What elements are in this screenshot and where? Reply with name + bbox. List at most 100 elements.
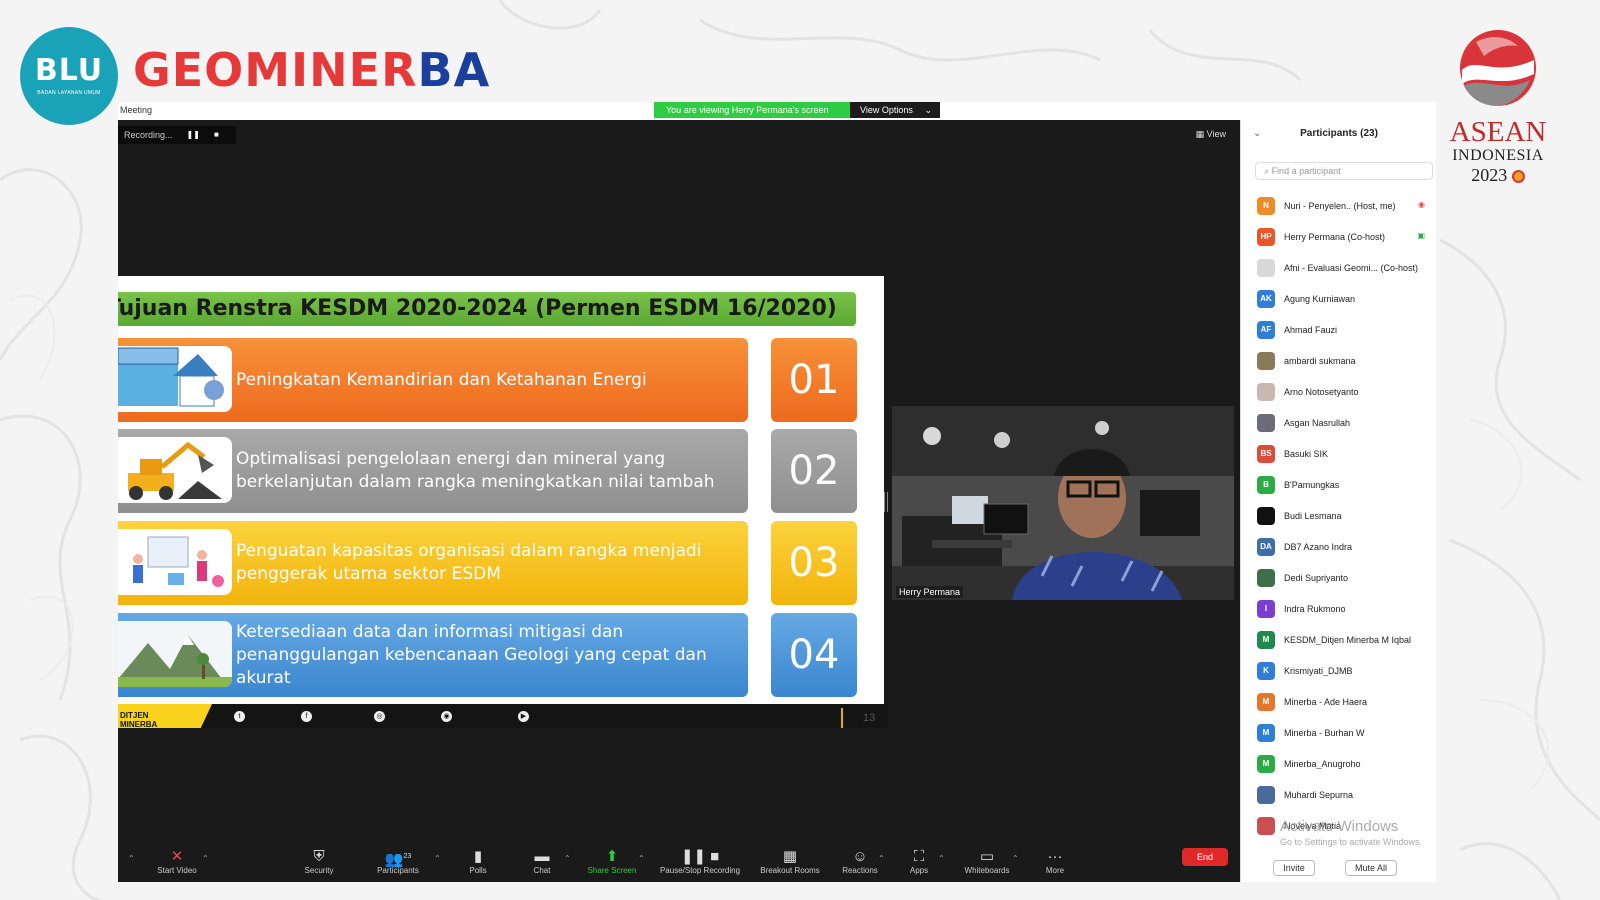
share-screen-button[interactable]: ⬆ Share Screen xyxy=(584,842,640,882)
objective-row-04: Ketersediaan data dan informasi mitigasi… xyxy=(118,613,748,697)
participant-row[interactable]: M KESDM_Ditjen Minerba M Iqbal xyxy=(1241,624,1436,655)
objective-number: 02 xyxy=(771,429,857,513)
participant-avatar: AK xyxy=(1257,289,1275,308)
toolbar-label: Share Screen xyxy=(587,866,637,875)
participant-name: Herry Permana (Co-host) xyxy=(1284,231,1386,242)
participant-row[interactable]: ambardi sukmana xyxy=(1241,345,1436,376)
asean-year: 2023 xyxy=(1448,165,1548,185)
start-video-button[interactable]: ✕ Start Video xyxy=(152,842,202,882)
participants-title: Participants (23) xyxy=(1300,128,1378,139)
recording-indicator: Recording... ❚❚ ■ xyxy=(118,126,236,144)
view-options-label: View Options xyxy=(860,105,913,115)
participant-row[interactable]: M Minerba - Burhan W xyxy=(1241,717,1436,748)
toolbar-label: Whiteboards xyxy=(964,866,1010,875)
view-button[interactable]: ▦ View xyxy=(1196,129,1226,140)
toolbar-label: Start Video xyxy=(157,866,197,875)
split-view-handle[interactable] xyxy=(884,492,888,512)
reactions-button[interactable]: ☺ Reactions xyxy=(836,842,884,882)
participant-avatar xyxy=(1257,506,1275,525)
participants-panel: ⌄ Participants (23) ⌕ Find a participant… xyxy=(1240,120,1436,882)
invite-button[interactable]: Invite xyxy=(1273,860,1315,876)
participant-row[interactable]: AF Ahmad Fauzi xyxy=(1241,314,1436,345)
view-options-button[interactable]: View Options ⌄ xyxy=(850,102,940,118)
participant-name: Arno Notosetyanto xyxy=(1284,386,1359,397)
whiteboards-button[interactable]: ▭ Whiteboards xyxy=(958,842,1016,882)
whiteboard-icon: ▭ xyxy=(979,848,995,865)
brand-title-part2: BA xyxy=(417,43,491,97)
toolbar-label: Pause/Stop Recording xyxy=(659,866,741,875)
participant-avatar xyxy=(1257,568,1275,587)
window-title: Meeting xyxy=(120,105,153,115)
participants-button[interactable]: 👥23 Participants xyxy=(370,842,426,882)
participant-row[interactable]: Muhardi Sepurna xyxy=(1241,779,1436,810)
speaker-name-label: Herry Permana xyxy=(896,586,964,598)
watermark-line2: Go to Settings to activate Windows. xyxy=(1280,837,1423,847)
reactions-icon: ☺ xyxy=(852,848,868,865)
participant-row[interactable]: AK Agung Kurniawan xyxy=(1241,283,1436,314)
participant-row[interactable]: DA DB7 Azano Indra xyxy=(1241,531,1436,562)
toolbar-label: Polls xyxy=(469,866,487,875)
asean-country: INDONESIA xyxy=(1452,147,1544,164)
participant-row[interactable]: Budi Lesmana xyxy=(1241,500,1436,531)
more-icon: ··· xyxy=(1047,848,1063,865)
participant-row[interactable]: Asgan Nasrullah xyxy=(1241,407,1436,438)
blu-logo: BLU BADAN LAYANAN UMUM xyxy=(20,27,118,125)
participant-row[interactable]: M Minerba_Anugroho xyxy=(1241,748,1436,779)
search-placeholder: Find a participant xyxy=(1271,166,1341,176)
meeting-toolbar: ⌃ ✕ Start Video ⌃ ⛨ Security 👥23 Partici… xyxy=(118,842,1240,882)
chevron-up-icon[interactable]: ⌃ xyxy=(128,854,135,863)
participant-row[interactable]: B B'Pamungkas xyxy=(1241,469,1436,500)
participant-row[interactable]: Dedi Supriyanto xyxy=(1241,562,1436,593)
participant-name: B'Pamungkas xyxy=(1284,479,1340,490)
polls-icon: ▮ xyxy=(473,848,483,865)
youtube-icon: ▶ xyxy=(518,710,529,722)
blu-logo-subtitle: BADAN LAYANAN UMUM xyxy=(37,90,101,96)
participant-avatar: AF xyxy=(1257,320,1275,339)
speaker-video: Herry Permana xyxy=(892,406,1234,600)
participant-row[interactable]: BS Basuki SIK xyxy=(1241,438,1436,469)
chevron-up-icon[interactable]: ⌃ xyxy=(878,854,885,863)
participant-name: ambardi sukmana xyxy=(1284,355,1356,366)
participant-avatar: M xyxy=(1257,723,1275,742)
breakout-rooms-button[interactable]: ▦ Breakout Rooms xyxy=(756,842,824,882)
pause-recording-icon[interactable]: ❚❚ xyxy=(187,130,200,144)
polls-button[interactable]: ▮ Polls xyxy=(458,842,498,882)
chevron-down-icon: ⌄ xyxy=(924,105,932,115)
chat-button[interactable]: ▬ Chat xyxy=(522,842,562,882)
participant-row[interactable]: Arno Notosetyanto xyxy=(1241,376,1436,407)
participant-row[interactable]: N Nuri - Penyelen.. (Host, me) ◉ xyxy=(1241,190,1436,221)
chevron-up-icon[interactable]: ⌃ xyxy=(202,854,209,863)
participant-name: Indra Rukmono xyxy=(1284,603,1346,614)
slide-header: Tujuan Renstra KESDM 2020-2024 (Permen E… xyxy=(118,292,856,326)
chevron-up-icon[interactable]: ⌃ xyxy=(564,854,571,863)
more-button[interactable]: ··· More xyxy=(1040,842,1070,882)
participant-row[interactable]: I Indra Rukmono xyxy=(1241,593,1436,624)
apps-button[interactable]: ⛶ Apps xyxy=(904,842,934,882)
toolbar-label: Apps xyxy=(909,866,929,875)
chevron-up-icon[interactable]: ⌃ xyxy=(638,854,645,863)
participant-row[interactable]: M Minerba - Ade Haera xyxy=(1241,686,1436,717)
asean-mark-icon xyxy=(1511,170,1525,184)
chevron-up-icon[interactable]: ⌃ xyxy=(434,854,441,863)
social-icons: t f ◎ ◉ ▶ xyxy=(234,710,529,722)
search-icon: ⌕ xyxy=(1264,166,1270,176)
toolbar-label: Security xyxy=(304,866,334,875)
objective-text: Ketersediaan data dan informasi mitigasi… xyxy=(236,621,707,688)
objective-row-02: Optimalisasi pengelolaan energi dan mine… xyxy=(118,429,748,513)
participant-row[interactable]: HP Herry Permana (Co-host) ▣ xyxy=(1241,221,1436,252)
stop-recording-icon[interactable]: ■ xyxy=(214,130,219,144)
security-button[interactable]: ⛨ Security xyxy=(294,842,344,882)
participant-name: Basuki SIK xyxy=(1284,448,1329,459)
participant-row[interactable]: Afni - Evaluasi Geomi... (Co-host) xyxy=(1241,252,1436,283)
chevron-up-icon[interactable]: ⌃ xyxy=(1012,854,1019,863)
instagram-icon: ◉ xyxy=(441,710,452,722)
pause-stop-recording-button[interactable]: ❚❚ ■ Pause/Stop Recording xyxy=(654,842,746,882)
chevron-up-icon[interactable]: ⌃ xyxy=(938,854,945,863)
watermark-line1: Activate Windows xyxy=(1280,818,1399,835)
participant-search-input[interactable]: ⌕ Find a participant xyxy=(1255,162,1433,180)
mute-all-button[interactable]: Mute All xyxy=(1345,860,1397,876)
collapse-icon[interactable]: ⌄ xyxy=(1253,128,1261,139)
facebook-icon: f xyxy=(301,710,312,722)
participant-row[interactable]: K Krismiyati_DJMB xyxy=(1241,655,1436,686)
end-meeting-button[interactable]: End xyxy=(1182,848,1228,866)
